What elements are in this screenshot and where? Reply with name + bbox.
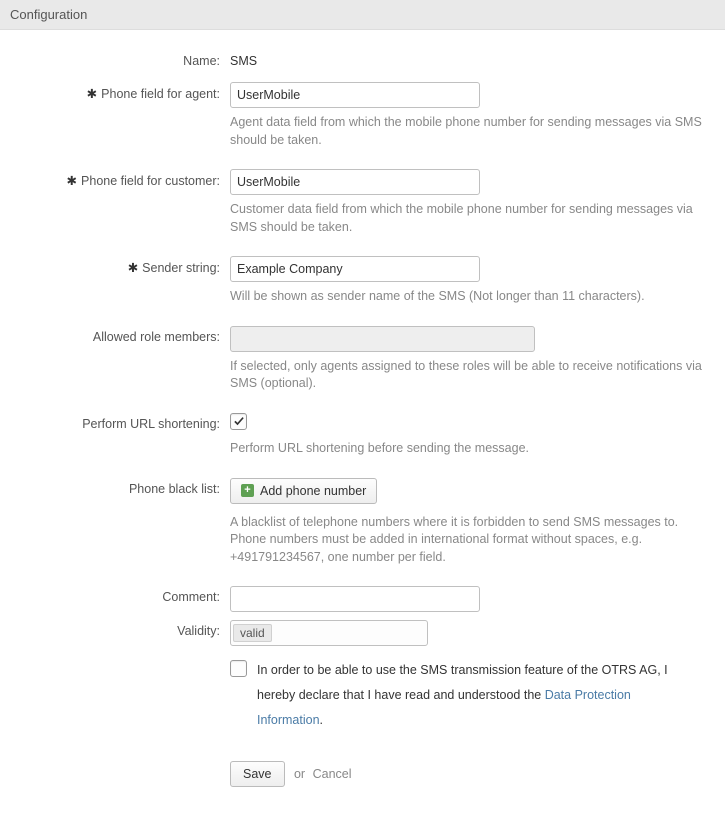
validity-selected: valid [233, 624, 272, 642]
row-phone-customer: ✱ Phone field for customer: Customer data… [10, 169, 715, 250]
panel-header: Configuration [0, 0, 725, 30]
label-blacklist: Phone black list: [10, 478, 230, 496]
input-phone-customer[interactable] [230, 169, 480, 195]
required-marker: ✱ [67, 174, 77, 188]
input-sender[interactable] [230, 256, 480, 282]
add-phone-button[interactable]: + Add phone number [230, 478, 377, 504]
check-icon [233, 415, 245, 427]
label-phone-customer: Phone field for customer: [81, 174, 220, 188]
input-roles[interactable] [230, 326, 535, 352]
add-phone-label: Add phone number [260, 484, 366, 498]
plus-icon: + [241, 484, 254, 497]
row-name: Name: SMS [10, 50, 715, 68]
save-button[interactable]: Save [230, 761, 285, 787]
row-blacklist: Phone black list: + Add phone number A b… [10, 478, 715, 581]
label-comment: Comment: [10, 586, 230, 604]
row-phone-agent: ✱ Phone field for agent: Agent data field… [10, 82, 715, 163]
checkbox-url-shorten[interactable] [230, 413, 247, 430]
input-phone-agent[interactable] [230, 82, 480, 108]
label-url-shorten: Perform URL shortening: [10, 413, 230, 431]
hint-blacklist: A blacklist of telephone numbers where i… [230, 514, 710, 567]
label-name: Name: [10, 50, 230, 68]
hint-url-shorten: Perform URL shortening before sending th… [230, 440, 710, 458]
required-marker: ✱ [87, 87, 97, 101]
row-sender: ✱ Sender string: Will be shown as sender … [10, 256, 715, 320]
form-actions: Save or Cancel [230, 761, 710, 787]
label-phone-agent: Phone field for agent: [101, 87, 220, 101]
select-validity[interactable]: valid [230, 620, 428, 646]
required-marker: ✱ [128, 261, 138, 275]
or-text: or [294, 767, 305, 781]
configuration-form: Name: SMS ✱ Phone field for agent: Agent … [0, 30, 725, 823]
label-sender: Sender string: [142, 261, 220, 275]
label-validity: Validity: [10, 620, 230, 638]
hint-phone-agent: Agent data field from which the mobile p… [230, 114, 710, 149]
label-roles: Allowed role members: [10, 326, 230, 344]
row-validity: Validity: valid In order to be able to u… [10, 620, 715, 787]
checkbox-consent[interactable] [230, 660, 247, 677]
row-url-shorten: Perform URL shortening: Perform URL shor… [10, 413, 715, 472]
row-consent: In order to be able to use the SMS trans… [230, 658, 710, 733]
cancel-link[interactable]: Cancel [313, 767, 352, 781]
hint-roles: If selected, only agents assigned to the… [230, 358, 710, 393]
save-label: Save [243, 767, 272, 781]
hint-phone-customer: Customer data field from which the mobil… [230, 201, 710, 236]
consent-text: In order to be able to use the SMS trans… [257, 658, 677, 733]
consent-after: . [320, 713, 323, 727]
row-comment: Comment: [10, 586, 715, 612]
panel-title: Configuration [10, 7, 87, 22]
hint-sender: Will be shown as sender name of the SMS … [230, 288, 710, 306]
row-roles: Allowed role members: If selected, only … [10, 326, 715, 407]
value-name: SMS [230, 50, 710, 68]
input-comment[interactable] [230, 586, 480, 612]
